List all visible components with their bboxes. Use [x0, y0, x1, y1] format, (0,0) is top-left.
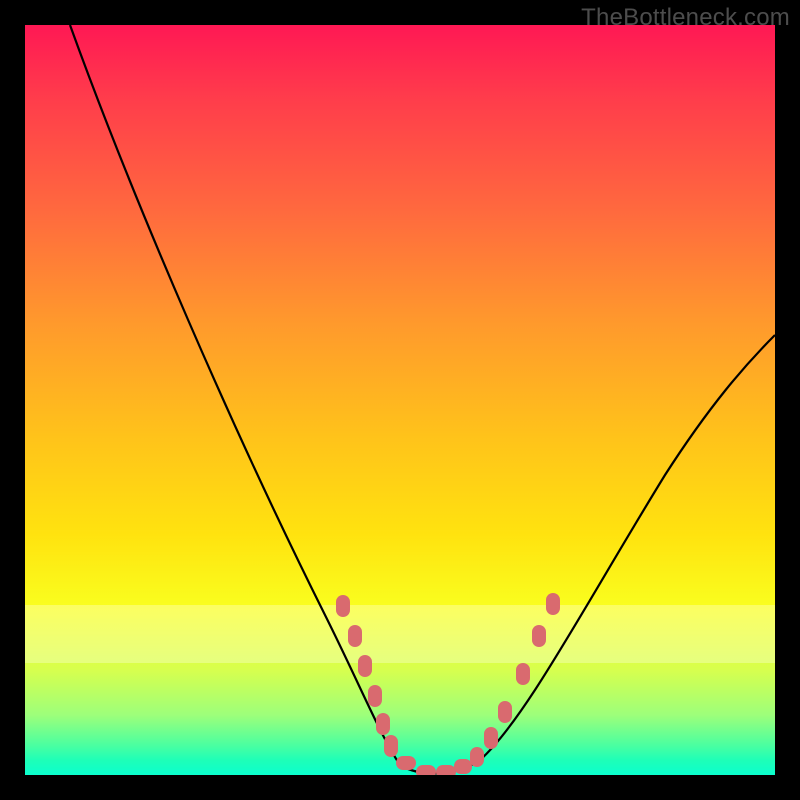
marker-group — [336, 593, 560, 775]
marker-dot — [368, 685, 382, 707]
marker-dot — [376, 713, 390, 735]
marker-dot — [498, 701, 512, 723]
marker-dot — [416, 765, 436, 775]
chart-svg — [25, 25, 775, 775]
marker-dot — [546, 593, 560, 615]
marker-dot — [348, 625, 362, 647]
watermark-text: TheBottleneck.com — [581, 4, 790, 32]
marker-dot — [358, 655, 372, 677]
marker-dot — [454, 759, 472, 774]
outer-frame: TheBottleneck.com — [0, 0, 800, 800]
marker-dot — [532, 625, 546, 647]
plot-area — [25, 25, 775, 775]
marker-dot — [484, 727, 498, 749]
marker-dot — [516, 663, 530, 685]
marker-dot — [384, 735, 398, 757]
marker-dot — [436, 765, 456, 775]
bottleneck-curve — [70, 25, 775, 773]
marker-dot — [396, 756, 416, 770]
marker-dot — [336, 595, 350, 617]
marker-dot — [470, 747, 484, 767]
